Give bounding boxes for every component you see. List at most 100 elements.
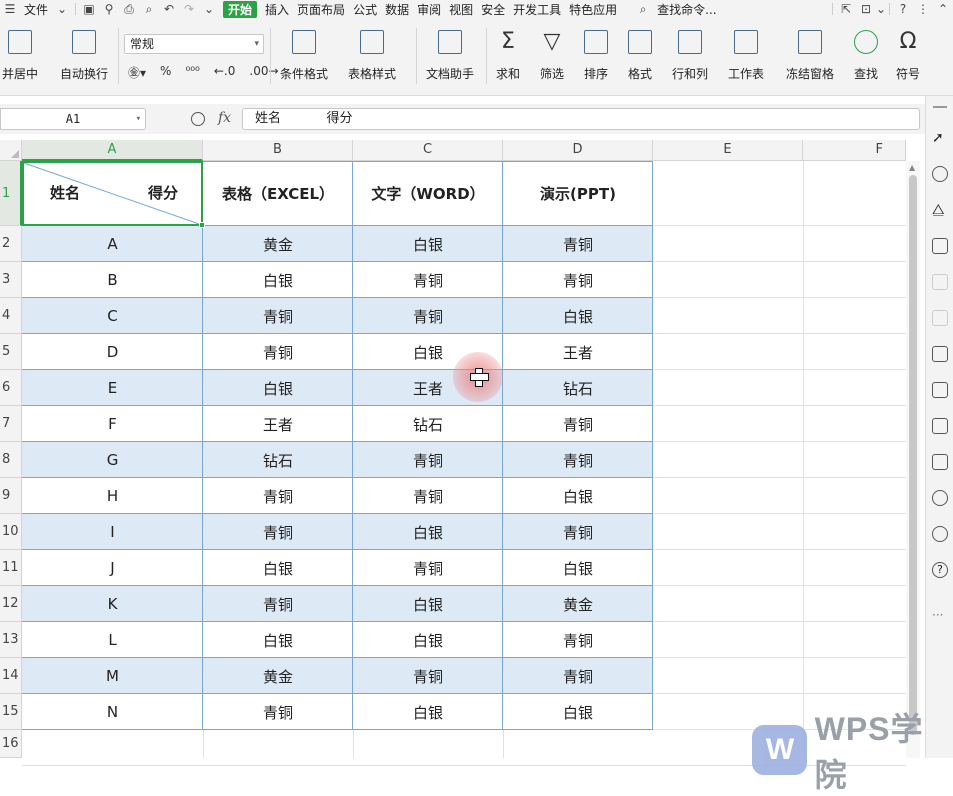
name-box[interactable]: A1 ▾ bbox=[0, 108, 146, 130]
filter-settings-icon[interactable] bbox=[932, 274, 948, 290]
table-cell[interactable]: D bbox=[22, 334, 203, 370]
tab-home[interactable]: 开始 bbox=[223, 0, 258, 18]
tab-data[interactable]: 数据 bbox=[381, 1, 413, 18]
formula-input[interactable]: 姓名 得分 bbox=[242, 108, 920, 130]
table-cell[interactable]: 白银 bbox=[503, 694, 653, 730]
print-preview-icon[interactable]: ⌕ bbox=[139, 2, 159, 17]
row-header[interactable]: 6 bbox=[0, 370, 22, 406]
table-cell[interactable]: 青铜 bbox=[203, 586, 353, 622]
table-cell[interactable]: 白银 bbox=[353, 226, 503, 262]
tab-formulas[interactable]: 公式 bbox=[349, 1, 381, 18]
currency-icon[interactable]: ㊎▾ bbox=[128, 64, 146, 81]
chevron-down-icon[interactable]: ⌄ bbox=[52, 2, 72, 16]
table-cell[interactable]: 黄金 bbox=[203, 226, 353, 262]
column-header-f[interactable]: F bbox=[803, 140, 906, 161]
table-cell[interactable]: 青铜 bbox=[353, 262, 503, 298]
conditional-format-button[interactable]: 条件格式 bbox=[280, 30, 328, 82]
table-cell[interactable]: L bbox=[22, 622, 203, 658]
column-header-e[interactable]: E bbox=[653, 140, 803, 161]
table-cell[interactable]: H bbox=[22, 478, 203, 514]
freeze-panes-button[interactable]: 冻结窗格 bbox=[786, 30, 834, 82]
table-cell[interactable]: 青铜 bbox=[203, 478, 353, 514]
row-header[interactable]: 7 bbox=[0, 406, 22, 442]
row-header[interactable]: 11 bbox=[0, 550, 22, 586]
merge-center-button[interactable]: 并居中 bbox=[2, 30, 38, 82]
find-button[interactable]: 查找 bbox=[854, 30, 878, 82]
tab-page-layout[interactable]: 页面布局 bbox=[293, 1, 349, 18]
table-cell[interactable]: 钻石 bbox=[203, 442, 353, 478]
table-cell[interactable]: 钻石 bbox=[353, 406, 503, 442]
row-col-button[interactable]: 行和列 bbox=[672, 30, 708, 82]
row-header[interactable]: 3 bbox=[0, 262, 22, 298]
table-cell[interactable]: 青铜 bbox=[353, 478, 503, 514]
header-ppt-cell[interactable]: 演示(PPT) bbox=[503, 161, 653, 225]
decrease-decimal-icon[interactable]: .00→ bbox=[249, 64, 278, 81]
fx-icon[interactable]: fx bbox=[218, 110, 231, 126]
tab-features[interactable]: 特色应用 bbox=[565, 1, 621, 18]
row-header[interactable]: 15 bbox=[0, 694, 22, 730]
crop-icon[interactable] bbox=[932, 310, 948, 326]
table-cell[interactable]: 青铜 bbox=[503, 658, 653, 694]
column-header-d[interactable]: D bbox=[503, 140, 653, 161]
thousands-icon[interactable]: ⁰⁰⁰ bbox=[185, 64, 199, 81]
doc-helper-button[interactable]: 文档助手 bbox=[426, 30, 474, 82]
table-cell[interactable]: 青铜 bbox=[353, 298, 503, 334]
tab-developer[interactable]: 开发工具 bbox=[509, 1, 565, 18]
table-cell[interactable]: I bbox=[22, 514, 203, 550]
table-cell[interactable]: 青铜 bbox=[503, 442, 653, 478]
table-cell[interactable]: 白银 bbox=[503, 298, 653, 334]
undo-icon[interactable]: ↶ bbox=[159, 2, 179, 16]
table-cell[interactable]: 青铜 bbox=[353, 442, 503, 478]
table-cell[interactable]: 白银 bbox=[503, 478, 653, 514]
table-cell[interactable]: 青铜 bbox=[503, 514, 653, 550]
table-cell[interactable]: 白银 bbox=[353, 622, 503, 658]
history-icon[interactable] bbox=[932, 526, 948, 542]
number-format-select[interactable]: 常规 ▾ bbox=[124, 34, 264, 54]
increase-decimal-icon[interactable]: ←.0 bbox=[214, 64, 236, 81]
scrollbar-thumb[interactable] bbox=[909, 175, 917, 735]
table-cell[interactable]: K bbox=[22, 586, 203, 622]
tab-security[interactable]: 安全 bbox=[477, 1, 509, 18]
redo-icon[interactable]: ↷ bbox=[179, 2, 199, 16]
table-cell[interactable]: 黄金 bbox=[203, 658, 353, 694]
image-icon[interactable] bbox=[932, 454, 948, 470]
table-cell[interactable]: 青铜 bbox=[203, 514, 353, 550]
share-icon[interactable]: ⇱ bbox=[836, 2, 856, 16]
row-header[interactable]: 5 bbox=[0, 334, 22, 370]
table-cell[interactable]: 青铜 bbox=[203, 334, 353, 370]
table-cell[interactable]: 王者 bbox=[203, 406, 353, 442]
header-word-cell[interactable]: 文字（WORD） bbox=[353, 161, 503, 225]
column-header-c[interactable]: C bbox=[353, 140, 503, 161]
search-icon[interactable]: ⌕ bbox=[633, 2, 653, 17]
table-cell[interactable]: B bbox=[22, 262, 203, 298]
table-cell[interactable]: 钻石 bbox=[503, 370, 653, 406]
table-cell[interactable]: 白银 bbox=[203, 622, 353, 658]
zoom-icon[interactable] bbox=[191, 112, 205, 126]
table-cell[interactable]: 白银 bbox=[353, 514, 503, 550]
worksheet-button[interactable]: 工作表 bbox=[728, 30, 764, 82]
sum-button[interactable]: Σ 求和 bbox=[496, 30, 520, 82]
table-cell[interactable]: 王者 bbox=[503, 334, 653, 370]
row-header[interactable]: 12 bbox=[0, 586, 22, 622]
table-cell[interactable]: 黄金 bbox=[503, 586, 653, 622]
table-cell[interactable]: E bbox=[22, 370, 203, 406]
table-cell[interactable]: C bbox=[22, 298, 203, 334]
archive-icon[interactable] bbox=[932, 418, 948, 434]
table-cell[interactable]: M bbox=[22, 658, 203, 694]
table-cell[interactable]: 青铜 bbox=[353, 550, 503, 586]
table-cell[interactable]: F bbox=[22, 406, 203, 442]
table-cell[interactable]: 青铜 bbox=[203, 298, 353, 334]
fill-style-icon[interactable]: ⧋ bbox=[932, 202, 948, 218]
sync-icon[interactable]: ⊡ bbox=[856, 2, 876, 16]
table-cell[interactable]: J bbox=[22, 550, 203, 586]
table-cell[interactable]: 青铜 bbox=[203, 694, 353, 730]
table-cell[interactable]: 白银 bbox=[203, 262, 353, 298]
shield-icon[interactable] bbox=[932, 490, 948, 506]
collapse-ribbon-icon[interactable]: ⌃ bbox=[933, 2, 953, 16]
row-header[interactable]: 9 bbox=[0, 478, 22, 514]
file-menu[interactable]: 文件 bbox=[20, 1, 52, 18]
select-all-corner[interactable] bbox=[0, 140, 22, 161]
row-header[interactable]: 10 bbox=[0, 514, 22, 550]
tab-review[interactable]: 审阅 bbox=[413, 1, 445, 18]
row-header[interactable]: 2 bbox=[0, 226, 22, 262]
